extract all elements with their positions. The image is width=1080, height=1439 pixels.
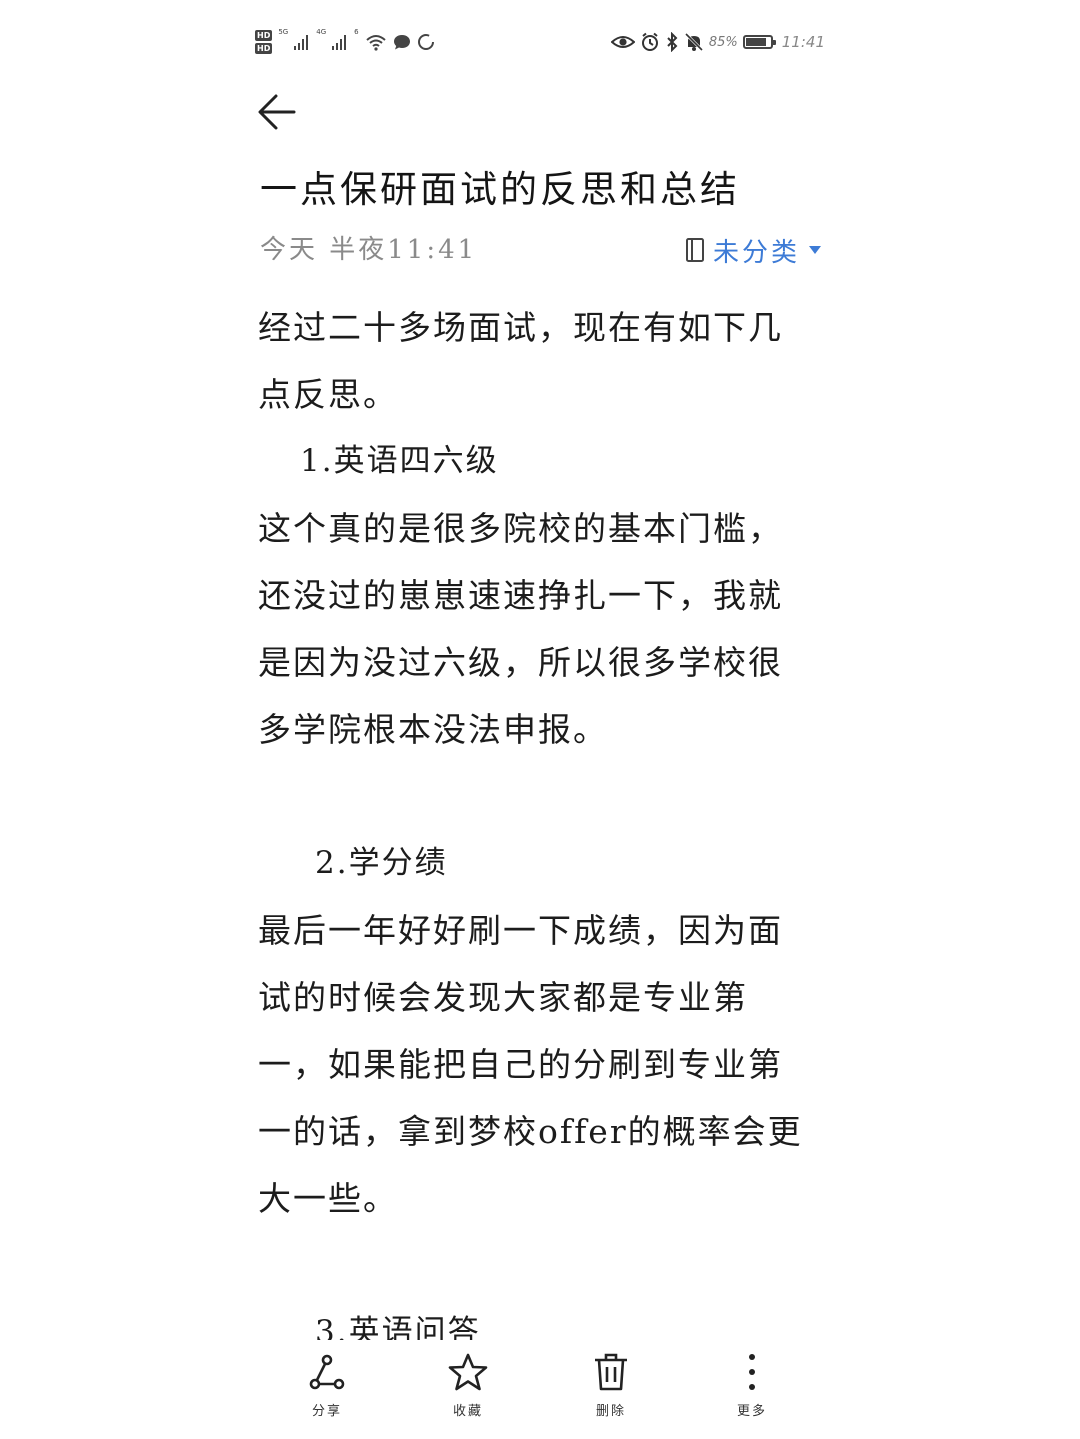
note-date: 今天 半夜11:41	[260, 235, 478, 265]
share-button[interactable]: 分享	[282, 1352, 372, 1436]
hd-badge-top: HD	[255, 30, 273, 41]
hd-badges: HD HD	[255, 30, 273, 54]
category-label: 未分类	[712, 237, 800, 268]
share-label: 分享	[311, 1404, 342, 1419]
body-line: 一，如果能把自己的分刷到专业第	[258, 1045, 783, 1084]
trash-icon	[595, 1353, 627, 1391]
star-icon	[448, 1353, 488, 1391]
status-right: 85% 11:41	[610, 24, 825, 60]
signal-icon	[294, 35, 309, 50]
message-icon	[393, 35, 410, 50]
body-line: 这个真的是很多院校的基本门槛，	[258, 509, 783, 548]
favorite-label: 收藏	[452, 1404, 483, 1419]
eye-icon	[610, 36, 635, 48]
network-label-2: 4G	[316, 28, 327, 36]
body-line: 经过二十多场面试，现在有如下几	[258, 308, 783, 347]
network-label-1: 5G	[278, 28, 289, 36]
hd-badge-bottom: HD	[255, 43, 273, 54]
body-line: 一的话，拿到梦校offer的概率会更	[258, 1112, 803, 1151]
battery-icon	[742, 35, 776, 49]
body-line: 大一些。	[258, 1179, 398, 1218]
favorite-button[interactable]: 收藏	[423, 1352, 513, 1436]
mute-icon	[684, 32, 703, 52]
signal-icon	[332, 35, 347, 50]
more-button[interactable]: 更多	[707, 1352, 797, 1436]
battery-level	[745, 38, 767, 46]
more-label: 更多	[736, 1404, 767, 1419]
back-button[interactable]	[254, 88, 304, 136]
note-body[interactable]: 经过二十多场面试，现在有如下几 点反思。 1.英语四六级 这个真的是很多院校的基…	[258, 294, 823, 1366]
body-line: 多学院根本没法申报。	[258, 710, 608, 749]
delete-button[interactable]: 删除	[566, 1352, 656, 1436]
status-bar: HD HD 5G 4G 6 85% 11:41	[255, 24, 825, 60]
delete-label: 删除	[595, 1404, 626, 1419]
arrow-left-icon	[258, 94, 296, 130]
note-title[interactable]: 一点保研面试的反思和总结	[260, 160, 740, 220]
note-meta: 今天 半夜11:41 未分类	[260, 228, 822, 272]
alarm-icon	[641, 32, 658, 51]
share-icon	[309, 1354, 345, 1390]
category-selector[interactable]: 未分类	[685, 228, 822, 272]
body-line: 还没过的崽崽速速挣扎一下，我就	[258, 576, 783, 615]
status-time: 11:41	[781, 33, 825, 51]
network-label-3: 6	[354, 28, 359, 36]
bluetooth-icon	[667, 32, 678, 52]
body-line: 试的时候会发现大家都是专业第	[258, 978, 748, 1017]
battery-percent: 85%	[708, 34, 738, 50]
body-line: 点反思。	[258, 375, 398, 414]
caret-down-icon	[809, 246, 821, 254]
wifi-icon	[365, 35, 386, 51]
more-vertical-icon	[749, 1354, 755, 1390]
body-line: 是因为没过六级，所以很多学校很	[258, 643, 783, 682]
status-left: HD HD 5G 4G 6	[255, 24, 435, 60]
body-line: 最后一年好好刷一下成绩，因为面	[258, 911, 783, 950]
section-heading-2: 2.学分绩	[315, 845, 448, 881]
notebook-icon	[685, 238, 704, 262]
sync-icon	[417, 34, 434, 50]
bottom-toolbar: 分享 收藏 删除 更多	[0, 1340, 1080, 1439]
note-screen: HD HD 5G 4G 6 85% 11:41 一点保研面试的反思和总结 今天 …	[0, 0, 1080, 1439]
section-heading-1: 1.英语四六级	[300, 443, 499, 479]
